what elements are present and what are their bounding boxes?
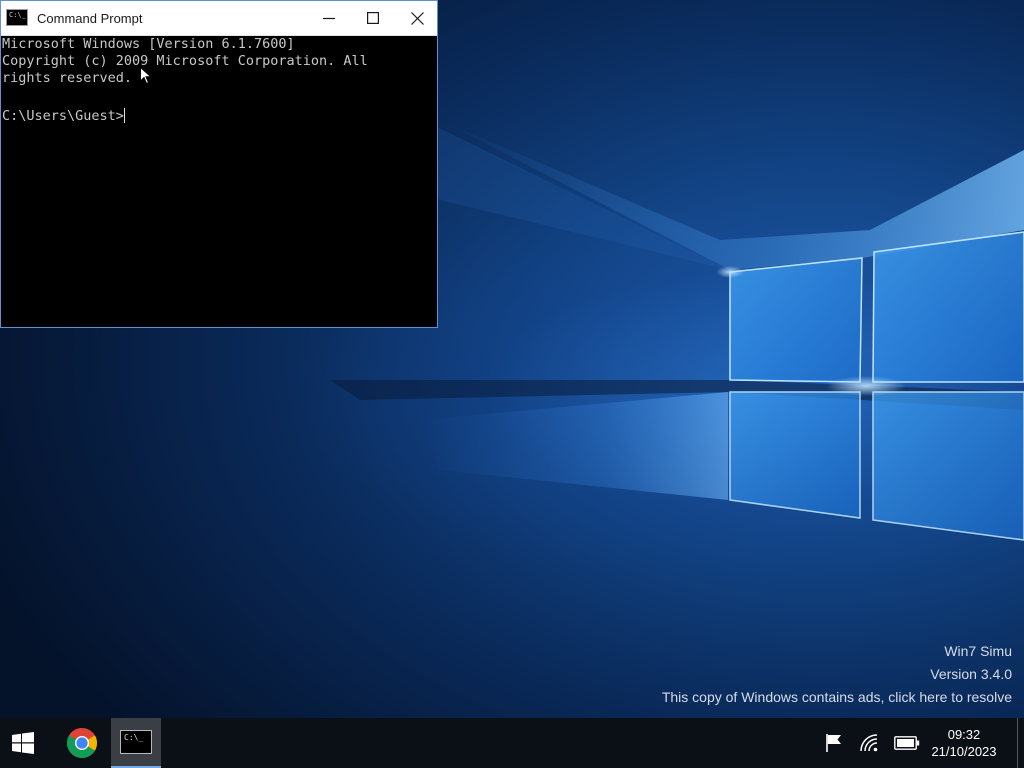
close-icon — [410, 11, 424, 25]
watermark-product: Win7 Simu — [944, 643, 1012, 659]
clock-time: 09:32 — [947, 727, 981, 742]
console-line: Copyright (c) 2009 Microsoft Corporation… — [2, 53, 368, 69]
command-prompt-window[interactable]: C:\_ Command Prompt Microsoft Windows [V… — [0, 0, 438, 328]
cmd-icon: C:\_ — [120, 730, 152, 754]
window-titlebar[interactable]: C:\_ Command Prompt — [1, 1, 437, 36]
console-prompt: C:\Users\Guest> — [2, 108, 124, 124]
window-title: Command Prompt — [37, 11, 143, 26]
system-clock[interactable]: 09:32 21/10/2023 — [924, 726, 1004, 760]
text-cursor — [123, 108, 125, 123]
network-button[interactable] — [857, 733, 881, 753]
wifi-icon — [860, 734, 878, 752]
clock-date: 21/10/2023 — [931, 744, 997, 759]
mouse-pointer-icon — [140, 67, 152, 85]
maximize-button[interactable] — [351, 1, 395, 35]
start-button[interactable] — [0, 718, 46, 768]
minimize-button[interactable] — [307, 1, 351, 35]
minimize-icon — [323, 17, 335, 20]
action-center-button[interactable] — [822, 733, 846, 753]
cmd-icon: C:\_ — [6, 9, 28, 26]
battery-button[interactable] — [893, 733, 921, 753]
taskbar-app-chrome[interactable] — [57, 718, 107, 768]
watermark-ads-link[interactable]: This copy of Windows contains ads, click… — [662, 689, 1012, 705]
maximize-icon — [367, 12, 379, 24]
taskbar-app-command-prompt[interactable]: C:\_ — [111, 718, 161, 768]
chrome-icon — [66, 728, 98, 759]
taskbar[interactable]: C:\_ 09:32 21/10/2023 — [0, 718, 1024, 768]
show-desktop-button[interactable] — [1017, 718, 1024, 768]
windows-logo-icon — [12, 732, 34, 754]
watermark-version: Version 3.4.0 — [930, 666, 1012, 682]
console-line: Microsoft Windows [Version 6.1.7600] — [2, 36, 295, 52]
close-button[interactable] — [395, 1, 439, 35]
desktop[interactable]: C:\_ Command Prompt Microsoft Windows [V… — [0, 0, 1024, 768]
console-output[interactable]: Microsoft Windows [Version 6.1.7600] Cop… — [1, 36, 437, 327]
battery-icon — [894, 736, 920, 750]
console-prompt-line[interactable]: C:\Users\Guest> — [2, 108, 125, 125]
console-line: rights reserved. — [2, 70, 133, 86]
flag-icon — [826, 734, 841, 752]
